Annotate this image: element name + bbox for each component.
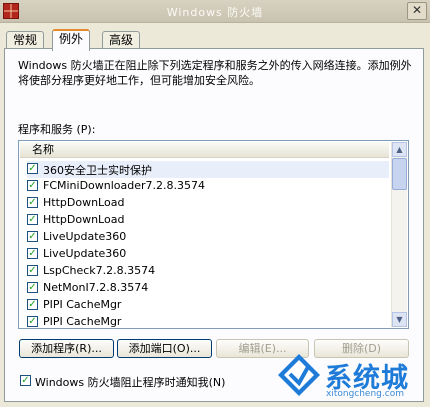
checkbox[interactable]: ✓ (27, 180, 38, 191)
column-header-name[interactable]: 名称 (20, 142, 389, 158)
checkbox[interactable]: ✓ (27, 231, 38, 242)
list-item-label: FCMiniDownloader7.2.8.3574 (43, 179, 206, 192)
scroll-thumb[interactable] (392, 158, 407, 190)
list-item-label: PIPI CacheMgr (43, 315, 122, 328)
notify-label: Windows 防火墙阻止程序时通知我(N) (35, 376, 226, 389)
close-button[interactable]: ✕ (407, 2, 427, 20)
list-item-label: HttpDownLoad (43, 213, 125, 226)
list-item[interactable]: ✓ NetMonI7.2.8.3574 (27, 280, 389, 297)
list-item-label: HttpDownLoad (43, 196, 125, 209)
checkbox[interactable]: ✓ (27, 214, 38, 225)
exceptions-description: Windows 防火墙正在阻止除下列选定程序和服务之外的传入网络连接。添加例外将… (18, 59, 412, 87)
programs-list-label: 程序和服务 (P): (18, 123, 96, 136)
list-item-label: NetMonI7.2.8.3574 (43, 281, 149, 294)
watermark-url: xitongcheng.com (326, 389, 404, 399)
list-item-label: LiveUpdate360 (43, 247, 127, 260)
tab-advanced[interactable]: 高级 (102, 31, 141, 48)
notify-checkbox[interactable]: ✓ (20, 375, 31, 386)
programs-listbox[interactable]: 名称 ✓ 360安全卫士实时保护 ✓ FCMiniDownloader7.2.8.3… (18, 140, 409, 329)
checkbox[interactable]: ✓ (27, 299, 38, 310)
add-port-button[interactable]: 添加端口(O)... (117, 339, 212, 358)
tab-exceptions[interactable]: 例外 (52, 29, 91, 51)
list-item[interactable]: ✓ LspCheck7.2.8.3574 (27, 263, 389, 280)
list-item-label: 360安全卫士实时保护 (43, 164, 152, 177)
watermark-logo-icon (278, 354, 320, 396)
scroll-down-icon[interactable]: ▼ (392, 312, 407, 327)
title-bar: Windows 防火墙 ✕ (0, 0, 430, 23)
list-item[interactable]: ✓ PIPI CacheMgr (27, 314, 389, 328)
list-item-label: LspCheck7.2.8.3574 (43, 264, 156, 277)
checkbox[interactable]: ✓ (27, 248, 38, 259)
tab-general[interactable]: 常规 (6, 31, 45, 48)
list-item-label: LiveUpdate360 (43, 230, 127, 243)
checkbox[interactable]: ✓ (27, 282, 38, 293)
list-item[interactable]: ✓ PIPI CacheMgr (27, 297, 389, 314)
list-item[interactable]: ✓ LiveUpdate360 (27, 246, 389, 263)
vertical-scrollbar[interactable]: ▲ ▼ (391, 142, 407, 327)
checkbox[interactable]: ✓ (27, 265, 38, 276)
scroll-up-icon[interactable]: ▲ (392, 142, 407, 157)
list-item-label: PIPI CacheMgr (43, 298, 122, 311)
list-item[interactable]: ✓ FCMiniDownloader7.2.8.3574 (27, 178, 389, 195)
add-program-button[interactable]: 添加程序(R)... (19, 339, 114, 358)
list-item[interactable]: ✓ HttpDownLoad (27, 212, 389, 229)
list-item[interactable]: ✓ 360安全卫士实时保护 (27, 161, 389, 178)
list-item[interactable]: ✓ LiveUpdate360 (27, 229, 389, 246)
checkbox[interactable]: ✓ (27, 316, 38, 327)
window-title: Windows 防火墙 (166, 6, 264, 19)
list-item[interactable]: ✓ HttpDownLoad (27, 195, 389, 212)
program-rows: ✓ 360安全卫士实时保护 ✓ FCMiniDownloader7.2.8.3574… (27, 161, 389, 328)
checkbox[interactable]: ✓ (27, 197, 38, 208)
checkbox[interactable]: ✓ (27, 163, 38, 174)
